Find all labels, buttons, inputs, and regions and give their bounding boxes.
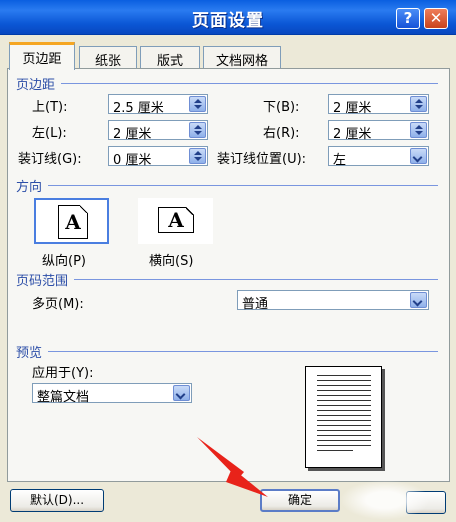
red-arrow-annotation: [197, 437, 268, 497]
arrow-head: [226, 468, 268, 497]
watermark-overlay: [340, 480, 430, 520]
